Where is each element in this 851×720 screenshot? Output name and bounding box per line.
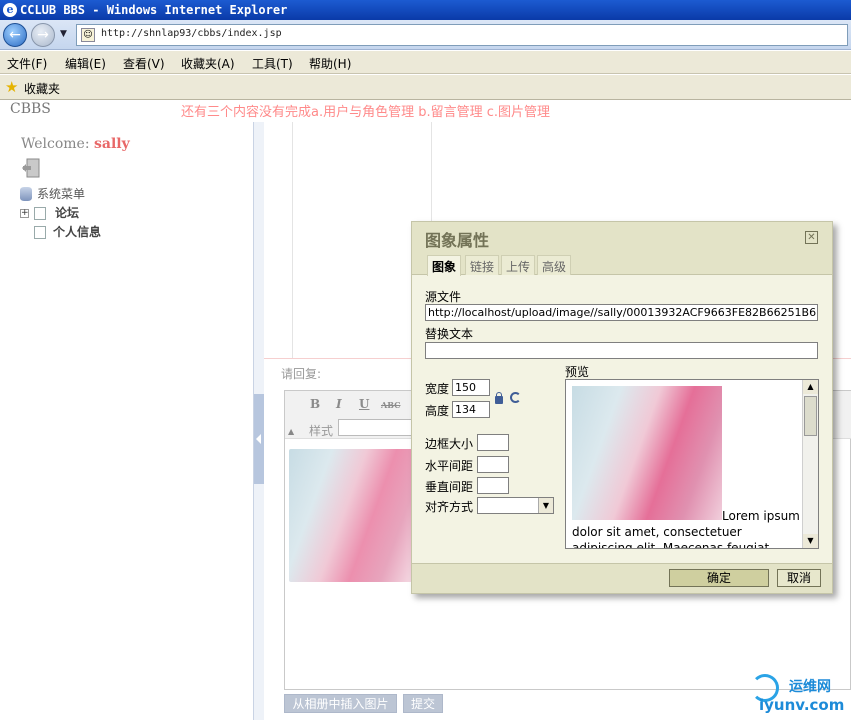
toolbar-collapse-icon[interactable]: ▲ bbox=[288, 427, 294, 436]
border-field[interactable] bbox=[477, 434, 509, 451]
preview-label: 预览 bbox=[565, 365, 590, 379]
strike-button[interactable]: ABC bbox=[381, 400, 400, 410]
hspace-label: 水平间距 bbox=[425, 459, 474, 473]
menu-favorites[interactable]: 收藏夹(A) bbox=[181, 55, 235, 72]
left-sidebar: Welcome: sally 系统菜单 + 论坛 个人信息 bbox=[0, 122, 254, 720]
italic-button[interactable]: I bbox=[336, 397, 342, 411]
dialog-footer: 确定 取消 bbox=[412, 563, 832, 593]
height-field[interactable]: 134 bbox=[452, 401, 490, 418]
ok-button[interactable]: 确定 bbox=[669, 569, 769, 587]
source-label: 源文件 bbox=[425, 290, 462, 304]
scroll-up-icon[interactable]: ▲ bbox=[803, 380, 818, 394]
height-label: 高度 bbox=[425, 404, 450, 418]
scroll-down-icon[interactable]: ▼ bbox=[803, 534, 818, 548]
style-select[interactable] bbox=[338, 419, 413, 436]
dialog-tabs: 图象 链接 上传 高级 bbox=[412, 253, 832, 276]
site-title: CBBS bbox=[10, 101, 51, 117]
alt-text-field[interactable] bbox=[425, 342, 818, 359]
menu-tools[interactable]: 工具(T) bbox=[252, 55, 293, 72]
preview-text: Lorem ipsum dolor sit amet, consectetuer… bbox=[572, 508, 804, 549]
page-icon bbox=[34, 226, 46, 239]
menu-help[interactable]: 帮助(H) bbox=[309, 55, 351, 72]
image-preview: Lorem ipsum dolor sit amet, consectetuer… bbox=[565, 379, 819, 549]
database-icon bbox=[20, 187, 32, 201]
collapse-handle[interactable] bbox=[254, 394, 264, 484]
menu-file[interactable]: 文件(F) bbox=[7, 55, 47, 72]
vspace-field[interactable] bbox=[477, 477, 509, 494]
ie-logo-icon: e bbox=[3, 3, 17, 17]
expand-icon[interactable]: + bbox=[20, 209, 29, 218]
reply-label: 请回复: bbox=[281, 367, 322, 381]
image-properties-dialog: 图象属性 ✕ 图象 链接 上传 高级 源文件 http://localhost/… bbox=[411, 221, 833, 594]
logout-icon[interactable] bbox=[21, 158, 41, 178]
back-button[interactable]: ← bbox=[3, 23, 27, 47]
vspace-label: 垂直间距 bbox=[425, 480, 474, 494]
address-bar[interactable]: ☺ http://shnlap93/cbbs/index.jsp bbox=[76, 24, 848, 46]
preview-image bbox=[572, 386, 722, 520]
welcome-message: Welcome: sally bbox=[21, 136, 130, 152]
width-field[interactable]: 150 bbox=[452, 379, 490, 396]
history-dropdown-icon[interactable]: ▼ bbox=[60, 29, 67, 39]
favorites-label[interactable]: 收藏夹 bbox=[24, 80, 60, 97]
preview-text-rest: dolor sit amet, consectetuer adipiscing … bbox=[572, 525, 770, 549]
address-url[interactable]: http://shnlap93/cbbs/index.jsp bbox=[101, 28, 282, 39]
tab-advanced[interactable]: 高级 bbox=[537, 255, 572, 275]
submit-button[interactable]: 提交 bbox=[403, 694, 443, 713]
watermark-top-text: 运维网 bbox=[789, 679, 831, 695]
tree-root-label: 系统菜单 bbox=[37, 187, 86, 201]
dialog-title: 图象属性 bbox=[425, 231, 490, 250]
navigation-bar: ← → ▼ ☺ http://shnlap93/cbbs/index.jsp bbox=[0, 20, 851, 50]
style-label: 样式 bbox=[309, 424, 334, 438]
hspace-field[interactable] bbox=[477, 456, 509, 473]
window-titlebar: e CCLUB BBS - Windows Internet Explorer bbox=[0, 0, 851, 20]
welcome-label: Welcome: bbox=[21, 136, 90, 152]
tree-item-label[interactable]: 论坛 bbox=[55, 204, 79, 223]
alt-text-label: 替换文本 bbox=[425, 327, 474, 341]
menu-edit[interactable]: 编辑(E) bbox=[65, 55, 106, 72]
page-icon: ☺ bbox=[81, 28, 95, 42]
tab-image[interactable]: 图象 bbox=[427, 255, 462, 276]
dialog-titlebar[interactable]: 图象属性 ✕ bbox=[412, 222, 832, 253]
preview-text-first: Lorem ipsum bbox=[722, 509, 800, 523]
width-label: 宽度 bbox=[425, 382, 450, 396]
notice-text: 还有三个内容没有完成a.用户与角色管理 b.留言管理 c.图片管理 bbox=[181, 105, 551, 120]
menu-view[interactable]: 查看(V) bbox=[123, 55, 165, 72]
menu-bar: 文件(F) 编辑(E) 查看(V) 收藏夹(A) 工具(T) 帮助(H) bbox=[0, 51, 851, 74]
dialog-body: 源文件 http://localhost/upload/image//sally… bbox=[412, 275, 832, 564]
border-label: 边框大小 bbox=[425, 437, 474, 451]
favorites-bar: ★ 收藏夹 bbox=[0, 75, 851, 100]
insert-from-album-button[interactable]: 从相册中插入图片 bbox=[284, 694, 397, 713]
scroll-thumb[interactable] bbox=[804, 396, 817, 436]
preview-scrollbar[interactable]: ▲ ▼ bbox=[802, 380, 818, 548]
panel-splitter[interactable] bbox=[254, 122, 264, 720]
reset-size-icon[interactable] bbox=[510, 392, 521, 403]
username: sally bbox=[94, 136, 130, 152]
bold-button[interactable]: B bbox=[310, 397, 320, 411]
window-title: CCLUB BBS - Windows Internet Explorer bbox=[20, 3, 288, 17]
forward-button[interactable]: → bbox=[31, 23, 55, 47]
close-icon[interactable]: ✕ bbox=[805, 231, 818, 244]
page-icon bbox=[34, 207, 46, 220]
underline-button[interactable]: U bbox=[359, 397, 369, 411]
tree-item-label[interactable]: 个人信息 bbox=[53, 223, 101, 242]
align-select[interactable]: ▼ bbox=[477, 497, 554, 514]
source-field[interactable]: http://localhost/upload/image//sally/000… bbox=[425, 304, 818, 321]
watermark: 运维网 iyunv.com bbox=[745, 670, 849, 718]
watermark-bottom-text: iyunv.com bbox=[759, 696, 845, 714]
favorites-star-icon[interactable]: ★ bbox=[5, 78, 18, 96]
tab-link[interactable]: 链接 bbox=[465, 255, 500, 275]
chevron-down-icon[interactable]: ▼ bbox=[538, 498, 553, 513]
tab-upload[interactable]: 上传 bbox=[501, 255, 536, 275]
inserted-image[interactable] bbox=[289, 449, 415, 582]
align-label: 对齐方式 bbox=[425, 500, 474, 514]
cancel-button[interactable]: 取消 bbox=[777, 569, 821, 587]
lock-ratio-icon[interactable] bbox=[495, 392, 503, 404]
